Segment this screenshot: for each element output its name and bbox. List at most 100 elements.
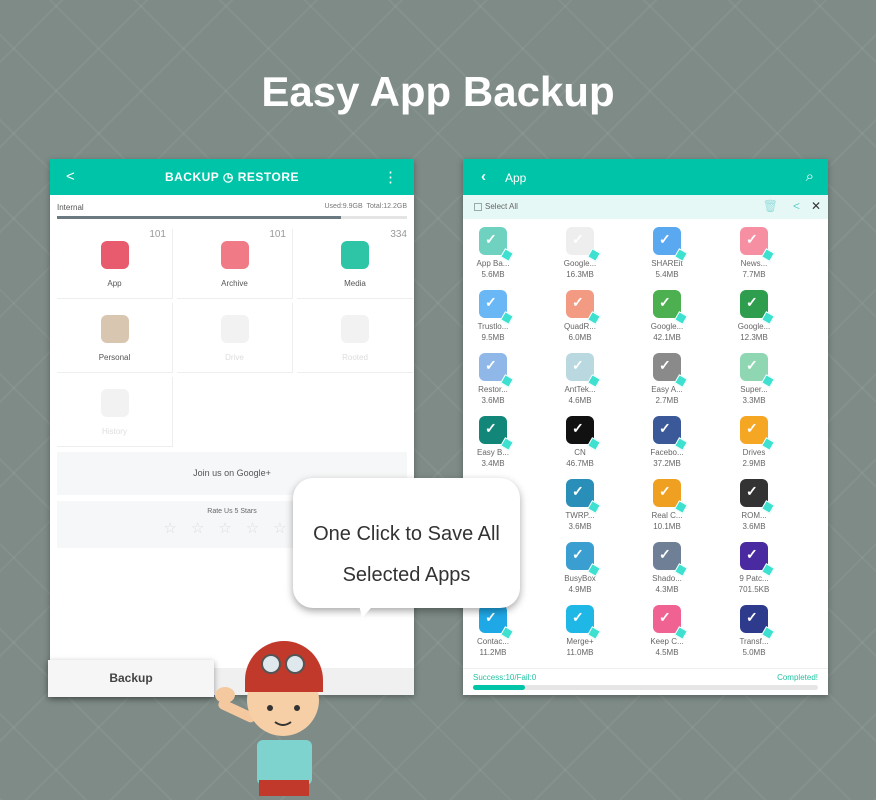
category-history: History bbox=[57, 377, 173, 447]
app-name: Transf... bbox=[739, 637, 769, 646]
app-item[interactable]: ✓ TWRP... 3.6MB bbox=[540, 479, 620, 531]
app-item[interactable]: ✓ ROM... 3.6MB bbox=[714, 479, 794, 531]
app-item[interactable]: ✓ Transf... 5.0MB bbox=[714, 605, 794, 657]
app-name: Merge+ bbox=[566, 637, 594, 646]
app-item[interactable]: ✓ Contac... 11.2MB bbox=[463, 605, 533, 657]
app-icon: ✓ bbox=[653, 416, 688, 451]
app-item[interactable]: ✓ Restor... 3.6MB bbox=[463, 353, 533, 405]
storage-info: Internal Used:9.9GB Total:12.2GB bbox=[57, 203, 407, 212]
bubble-line-1: One Click to Save All bbox=[313, 523, 500, 545]
app-name: Google... bbox=[737, 322, 771, 331]
backup-button[interactable]: Backup bbox=[48, 660, 214, 697]
app-name: Facebo... bbox=[650, 448, 684, 457]
back-icon[interactable]: ‹ bbox=[481, 168, 486, 185]
app-item[interactable]: ✓ Real C... 10.1MB bbox=[627, 479, 707, 531]
app-size: 12.3MB bbox=[740, 333, 768, 342]
select-all-label[interactable]: Select All bbox=[485, 202, 518, 211]
category-personal[interactable]: Personal bbox=[57, 303, 173, 373]
app-name: AntTek... bbox=[564, 385, 596, 394]
app-bar: < BACKUP ◷ RESTORE ⋮ bbox=[50, 159, 414, 195]
category-label: Rooted bbox=[342, 353, 368, 362]
category-media[interactable]: 334 Media bbox=[297, 229, 413, 299]
app-item[interactable]: ✓ Facebo... 37.2MB bbox=[627, 416, 707, 468]
completed-text: Completed! bbox=[777, 673, 818, 682]
app-item[interactable]: ✓ Drives 2.9MB bbox=[714, 416, 794, 468]
app-item[interactable]: ✓ App Ba... 5.6MB bbox=[463, 227, 533, 279]
app-name: Keep C... bbox=[650, 637, 684, 646]
check-icon: ✓ bbox=[485, 420, 497, 436]
app-name: Google... bbox=[650, 322, 684, 331]
check-icon: ✓ bbox=[572, 420, 584, 436]
progress-bar-fill bbox=[473, 685, 525, 690]
app-item[interactable]: ✓ Easy A... 2.7MB bbox=[627, 353, 707, 405]
app-item[interactable]: ✓ Merge+ 11.0MB bbox=[540, 605, 620, 657]
app-item[interactable]: ✓ Super... 3.3MB bbox=[714, 353, 794, 405]
category-app[interactable]: 101 App bbox=[57, 229, 173, 299]
app-size: 37.2MB bbox=[653, 459, 681, 468]
category-archive[interactable]: 101 Archive bbox=[177, 229, 293, 299]
search-icon[interactable]: ⌕ bbox=[806, 168, 814, 185]
storage-bar bbox=[57, 216, 407, 219]
app-size: 4.9MB bbox=[568, 585, 592, 594]
app-item[interactable]: ✓ Shado... 4.3MB bbox=[627, 542, 707, 594]
headline: Easy App Backup bbox=[261, 68, 615, 115]
share-icon[interactable]: < bbox=[793, 199, 800, 213]
app-size: 5.6MB bbox=[481, 270, 505, 279]
app-icon: ✓ bbox=[566, 479, 601, 514]
trash-icon[interactable]: 🗑 bbox=[763, 199, 778, 213]
check-icon: ✓ bbox=[485, 357, 497, 373]
select-all-checkbox[interactable] bbox=[474, 203, 482, 211]
app-item[interactable]: ✓ Google... 42.1MB bbox=[627, 290, 707, 342]
backup-restore-screen: < BACKUP ◷ RESTORE ⋮ Internal Used:9.9GB… bbox=[50, 159, 414, 695]
app-item[interactable]: ✓ News... 7.7MB bbox=[714, 227, 794, 279]
app-name: App Ba... bbox=[476, 259, 510, 268]
category-drive: Drive bbox=[177, 303, 293, 373]
app-name: TWRP... bbox=[565, 511, 595, 520]
app-item[interactable]: ✓ QuadR... 6.0MB bbox=[540, 290, 620, 342]
app-name: Easy A... bbox=[651, 385, 683, 394]
app-name: BusyBox bbox=[564, 574, 596, 583]
app-size: 5.0MB bbox=[742, 648, 766, 657]
app-name: Real C... bbox=[651, 511, 683, 520]
category-count: 334 bbox=[390, 229, 407, 240]
more-icon[interactable]: ⋮ bbox=[383, 168, 398, 186]
app-name: Super... bbox=[740, 385, 768, 394]
app-icon: ✓ bbox=[566, 542, 601, 577]
app-size: 3.6MB bbox=[481, 396, 505, 405]
storage-bar-fill bbox=[57, 216, 341, 219]
app-size: 2.9MB bbox=[742, 459, 766, 468]
app-icon: ✓ bbox=[566, 290, 601, 325]
status-text: Success:10/Fail:0 bbox=[473, 673, 537, 682]
app-icon: ✓ bbox=[653, 605, 688, 640]
app-name: 9 Patc... bbox=[739, 574, 769, 583]
app-size: 16.3MB bbox=[566, 270, 594, 279]
check-icon: ✓ bbox=[659, 420, 671, 436]
app-item[interactable]: ✓ SHAREit 5.4MB bbox=[627, 227, 707, 279]
progress-bar bbox=[473, 685, 818, 690]
app-name: Easy B... bbox=[476, 448, 509, 457]
app-item[interactable]: ✓ Keep C... 4.5MB bbox=[627, 605, 707, 657]
app-item[interactable]: ✓ Trustlo... 9.5MB bbox=[463, 290, 533, 342]
bubble-line-2: Selected Apps bbox=[342, 564, 471, 586]
app-icon: ✓ bbox=[740, 479, 775, 514]
app-item[interactable]: ✓ Easy B... 3.4MB bbox=[463, 416, 533, 468]
app-size: 4.5MB bbox=[655, 648, 679, 657]
app-item[interactable]: ✓ CN 46.7MB bbox=[540, 416, 620, 468]
app-icon: ✓ bbox=[653, 542, 688, 577]
app-size: 46.7MB bbox=[566, 459, 594, 468]
app-name: Contac... bbox=[476, 637, 509, 646]
app-icon: ✓ bbox=[740, 542, 775, 577]
close-icon[interactable]: ✕ bbox=[811, 199, 821, 213]
check-icon: ✓ bbox=[572, 357, 584, 373]
app-icon: ✓ bbox=[479, 353, 514, 388]
app-icon: ✓ bbox=[566, 416, 601, 451]
app-item[interactable]: ✓ Google... 16.3MB bbox=[540, 227, 620, 279]
category-rooted: Rooted bbox=[297, 303, 413, 373]
app-item[interactable]: ✓ Google... 12.3MB bbox=[714, 290, 794, 342]
app-icon: ✓ bbox=[479, 605, 514, 640]
app-item[interactable]: ✓ BusyBox 4.9MB bbox=[540, 542, 620, 594]
app-item[interactable]: ✓ 9 Patc... 701.5KB bbox=[714, 542, 794, 594]
app-item[interactable]: ✓ AntTek... 4.6MB bbox=[540, 353, 620, 405]
app-icon: ✓ bbox=[479, 416, 514, 451]
app-icon: ✓ bbox=[740, 227, 775, 262]
